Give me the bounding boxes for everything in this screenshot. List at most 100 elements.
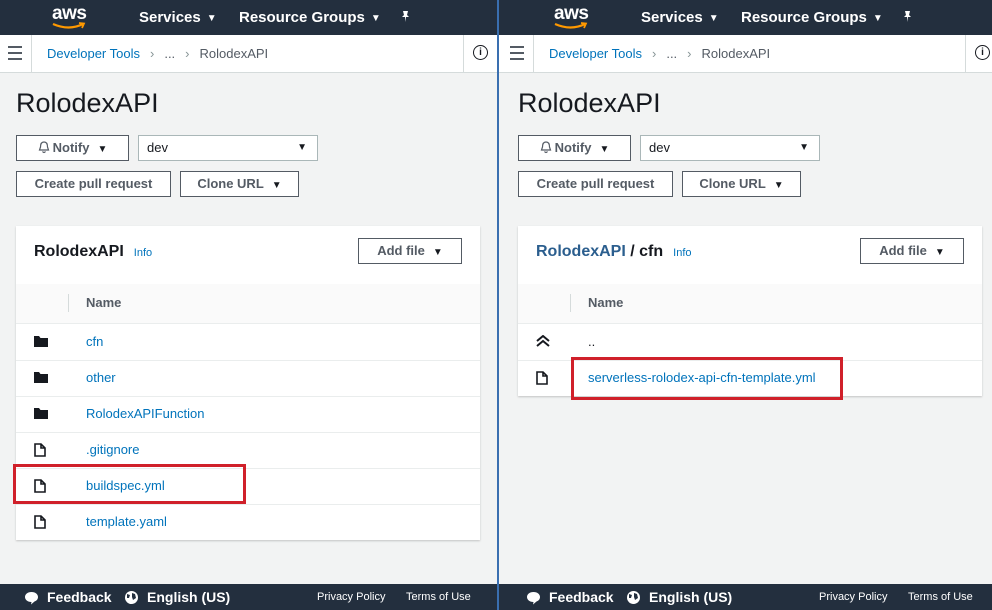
file-name-link[interactable]: .gitignore xyxy=(86,442,139,457)
branch-select[interactable]: dev ▼ xyxy=(138,135,318,161)
page-title: RolodexAPI xyxy=(16,88,159,118)
chevron-right-icon: › xyxy=(185,46,190,61)
bell-icon xyxy=(38,141,49,154)
table-row[interactable]: RolodexAPIFunction xyxy=(16,396,480,433)
folder-icon xyxy=(34,372,48,383)
table-row[interactable]: cfn xyxy=(16,324,480,361)
add-file-button[interactable]: Add file ▼ xyxy=(860,238,964,264)
terms-of-use-link[interactable]: Terms of Use xyxy=(908,591,973,603)
card-title: RolodexAPI / cfn Info xyxy=(536,243,692,260)
left-panel: aws Services ▼ Resource Groups ▼ Developer… xyxy=(0,0,497,610)
create-pull-request-button[interactable]: Create pull request xyxy=(518,171,673,197)
highlight-box xyxy=(571,357,843,400)
breadcrumb-developer-tools[interactable]: Developer Tools xyxy=(549,46,642,61)
table-row[interactable]: other xyxy=(16,360,480,397)
pushpin-icon[interactable] xyxy=(399,10,412,26)
globe-icon xyxy=(125,591,138,604)
resource-groups-label: Resource Groups xyxy=(239,9,365,26)
resource-groups-menu[interactable]: Resource Groups ▼ xyxy=(239,9,381,26)
page-title: RolodexAPI xyxy=(518,88,661,118)
terms-of-use-link[interactable]: Terms of Use xyxy=(406,591,471,603)
language-selector[interactable]: English (US) xyxy=(124,589,230,605)
card-title: RolodexAPI Info xyxy=(34,243,153,260)
info-link[interactable]: Info xyxy=(673,247,691,259)
branch-select[interactable]: dev ▼ xyxy=(640,135,820,161)
bell-icon xyxy=(540,141,551,154)
language-selector[interactable]: English (US) xyxy=(626,589,732,605)
pushpin-icon[interactable] xyxy=(901,10,914,26)
folder-icon xyxy=(34,408,48,419)
table-row-parent[interactable]: .. xyxy=(518,324,982,361)
menu-icon[interactable] xyxy=(8,46,22,64)
add-file-button[interactable]: Add file ▼ xyxy=(358,238,462,264)
branch-value: dev xyxy=(649,140,670,155)
resource-groups-menu[interactable]: Resource Groups ▼ xyxy=(741,9,883,26)
caret-down-icon: ▼ xyxy=(297,142,307,153)
file-name-link[interactable]: other xyxy=(86,370,116,385)
feedback-link[interactable]: Feedback xyxy=(24,589,112,605)
card-title-repo-link[interactable]: RolodexAPI xyxy=(536,243,626,260)
resource-groups-label: Resource Groups xyxy=(741,9,867,26)
breadcrumb: Developer Tools ›... › RolodexAPI xyxy=(549,46,770,61)
services-menu[interactable]: Services ▼ xyxy=(139,9,217,26)
privacy-policy-link[interactable]: Privacy Policy xyxy=(317,591,385,603)
globe-icon xyxy=(627,591,640,604)
file-name-link[interactable]: cfn xyxy=(86,334,103,349)
notify-button[interactable]: Notify ▼ xyxy=(16,135,129,161)
breadcrumb-ellipsis[interactable]: ... xyxy=(666,46,677,61)
breadcrumb-developer-tools[interactable]: Developer Tools xyxy=(47,46,140,61)
chevron-down-icon: ▼ xyxy=(708,13,719,24)
chevron-down-icon: ▼ xyxy=(872,13,883,24)
card-header: RolodexAPI / cfn Info Add file ▼ xyxy=(518,226,982,285)
caret-down-icon: ▼ xyxy=(271,180,282,191)
clone-url-button[interactable]: Clone URL ▼ xyxy=(180,171,299,197)
file-name-link[interactable]: template.yaml xyxy=(86,514,167,529)
privacy-policy-link[interactable]: Privacy Policy xyxy=(819,591,887,603)
caret-down-icon: ▼ xyxy=(599,144,610,155)
info-icon[interactable]: i xyxy=(473,45,488,60)
card-header: RolodexAPI Info Add file ▼ xyxy=(16,226,480,285)
chevron-right-icon: › xyxy=(651,46,657,61)
column-header-name[interactable]: Name xyxy=(86,295,121,310)
file-name-link[interactable]: RolodexAPIFunction xyxy=(86,406,205,421)
footer: Feedback English (US) Privacy Policy Ter… xyxy=(499,584,992,610)
clone-url-button[interactable]: Clone URL ▼ xyxy=(682,171,801,197)
aws-logo[interactable]: aws xyxy=(52,3,92,31)
file-icon xyxy=(34,443,46,457)
file-icon xyxy=(34,515,46,529)
branch-value: dev xyxy=(147,140,168,155)
table-row[interactable]: template.yaml xyxy=(16,504,480,540)
caret-down-icon: ▼ xyxy=(432,247,443,258)
aws-smile-icon xyxy=(554,22,588,29)
folder-icon xyxy=(34,336,48,347)
table-header: Name xyxy=(518,284,982,324)
notify-button[interactable]: Notify ▼ xyxy=(518,135,631,161)
top-navigation-bar: aws Services ▼ Resource Groups ▼ xyxy=(0,0,497,35)
services-label: Services xyxy=(641,9,703,26)
highlight-box xyxy=(13,464,246,504)
chevron-down-icon: ▼ xyxy=(206,13,217,24)
services-label: Services xyxy=(139,9,201,26)
create-pull-request-button[interactable]: Create pull request xyxy=(16,171,171,197)
menu-icon[interactable] xyxy=(510,46,524,64)
chevron-right-icon: › xyxy=(687,46,692,61)
info-link[interactable]: Info xyxy=(134,247,152,259)
column-header-name[interactable]: Name xyxy=(588,295,623,310)
feedback-link[interactable]: Feedback xyxy=(526,589,614,605)
table-header: Name xyxy=(16,284,480,324)
breadcrumb-bar: Developer Tools ›... › RolodexAPI i xyxy=(499,35,992,73)
info-icon[interactable]: i xyxy=(975,45,990,60)
parent-directory-link[interactable]: .. xyxy=(588,334,595,349)
breadcrumb: Developer Tools ›... › RolodexAPI xyxy=(47,46,268,61)
breadcrumb-bar: Developer Tools ›... › RolodexAPI i xyxy=(0,35,497,73)
aws-logo[interactable]: aws xyxy=(554,3,594,31)
services-menu[interactable]: Services ▼ xyxy=(641,9,719,26)
file-icon xyxy=(536,371,548,385)
caret-down-icon: ▼ xyxy=(799,142,809,153)
chevron-down-icon: ▼ xyxy=(370,13,381,24)
speech-bubble-icon xyxy=(527,592,540,605)
breadcrumb-current: RolodexAPI xyxy=(701,46,771,61)
right-panel: aws Services ▼ Resource Groups ▼ Developer… xyxy=(499,0,992,610)
footer: Feedback English (US) Privacy Policy Ter… xyxy=(0,584,497,610)
breadcrumb-ellipsis[interactable]: ... xyxy=(164,46,175,61)
